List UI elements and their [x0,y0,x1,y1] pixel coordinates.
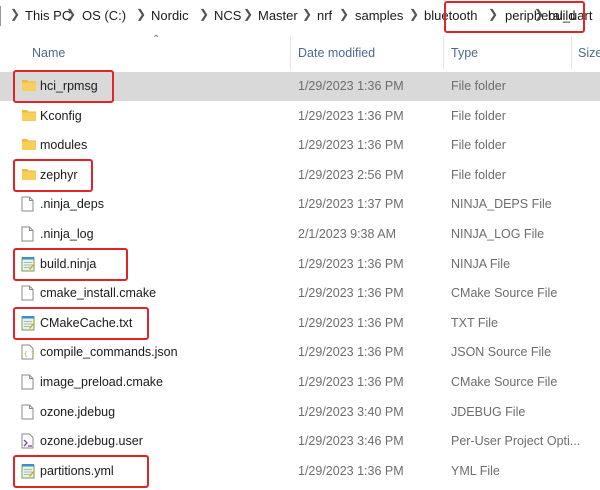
column-divider[interactable] [443,36,444,70]
file-row[interactable]: modules 1/29/2023 1:36 PM File folder [0,131,600,160]
file-type: CMake Source File [451,286,558,301]
file-row[interactable]: ozone.jdebug 1/29/2023 3:40 PM JDEBUG File [0,398,600,427]
file-type: YML File [451,463,500,478]
file-row[interactable]: cmake_install.cmake 1/29/2023 1:36 PM CMak… [0,279,600,308]
file-date-modified: 1/29/2023 1:36 PM [298,315,404,330]
vs-user-file-icon [21,433,35,449]
svg-text:{ }: { } [24,351,34,358]
column-header-size[interactable]: Size [578,46,600,60]
file-type: JDEBUG File [451,404,526,419]
file-date-modified: 2/1/2023 9:38 AM [298,227,396,241]
file-date-modified: 1/29/2023 1:36 PM [298,108,404,123]
file-date-modified: 1/29/2023 1:36 PM [298,375,404,389]
file-type: NINJA File [451,256,511,271]
chevron-right-icon[interactable]: ❯ [302,7,312,21]
highlight-box [13,70,114,103]
highlight-box-path [444,1,585,33]
column-divider[interactable] [290,36,291,70]
chevron-right-icon[interactable]: ❯ [409,7,419,21]
file-name: Kconfig [40,108,82,123]
folder-icon [21,137,36,153]
file-date-modified: 1/29/2023 2:56 PM [298,167,404,182]
file-row[interactable]: .ninja_log 2/1/2023 9:38 AM NINJA_LOG File [0,220,600,249]
file-type: File folder [451,138,506,153]
file-date-modified: 1/29/2023 1:36 PM [298,286,404,301]
file-row[interactable]: ozone.jdebug.user 1/29/2023 3:46 PM Per-Us… [0,427,600,456]
file-icon [21,404,35,420]
file-date-modified: 1/29/2023 1:36 PM [298,256,404,271]
chevron-right-icon[interactable]: ❯ [199,7,209,21]
file-row[interactable]: { } compile_commands.json 1/29/2023 1:36 P… [0,338,600,367]
file-type: Per-User Project Opti... [451,434,581,449]
folder-icon [21,108,36,124]
file-date-modified: 1/29/2023 1:36 PM [298,345,404,360]
file-name: image_preload.cmake [40,375,163,389]
column-header-date-modified[interactable]: Date modified [298,46,375,60]
chevron-right-icon[interactable]: ❯ [10,7,20,21]
highlight-box [13,306,149,340]
file-icon [21,196,35,212]
file-date-modified: 1/29/2023 1:37 PM [298,197,404,212]
file-type: JSON Source File [451,345,552,360]
file-name: .ninja_log [40,227,94,241]
column-header-name[interactable]: Name [32,46,65,60]
file-icon [21,285,35,301]
highlight-box [13,158,93,192]
file-row[interactable]: .ninja_deps 1/29/2023 1:37 PM NINJA_DEPS F… [0,190,600,219]
file-icon [21,374,35,390]
column-header-row: ⌃ Name Date modified Type Size [0,32,600,70]
file-icon [21,226,35,242]
file-date-modified: 1/29/2023 1:36 PM [298,79,404,93]
chevron-right-icon[interactable]: ❯ [136,7,146,21]
file-date-modified: 1/29/2023 1:36 PM [298,463,404,478]
file-name: .ninja_deps [40,197,104,212]
breadcrumb-ncs[interactable]: NCS [214,8,241,23]
file-type: NINJA_DEPS File [451,197,552,212]
breadcrumb-nrf[interactable]: nrf [317,8,332,23]
breadcrumb-nordic[interactable]: Nordic [151,8,189,23]
highlight-box [13,454,149,488]
file-date-modified: 1/29/2023 3:46 PM [298,434,404,449]
file-type: CMake Source File [451,375,558,389]
address-bar-edge [0,6,9,26]
file-type: File folder [451,167,506,182]
file-name: ozone.jdebug [40,404,116,419]
file-row[interactable]: image_preload.cmake 1/29/2023 1:36 PM CMak… [0,368,600,397]
breadcrumb-master[interactable]: Master [258,8,298,23]
file-type: NINJA_LOG File [451,227,545,241]
file-type: File folder [451,79,506,93]
file-date-modified: 1/29/2023 3:40 PM [298,404,404,419]
file-name: cmake_install.cmake [40,286,157,301]
column-divider[interactable] [571,36,572,70]
file-row[interactable]: Kconfig 1/29/2023 1:36 PM File folder [0,102,600,131]
highlight-box [13,247,128,281]
breadcrumb-os-c[interactable]: OS (C:) [82,8,126,23]
column-header-type[interactable]: Type [451,46,478,60]
file-name: ozone.jdebug.user [40,434,143,449]
chevron-right-icon[interactable]: ❯ [243,7,253,21]
sort-ascending-icon: ⌃ [152,34,161,45]
file-name: modules [40,138,88,153]
file-date-modified: 1/29/2023 1:36 PM [298,138,404,153]
chevron-right-icon[interactable]: ❯ [66,7,76,21]
file-type: File folder [451,108,506,123]
breadcrumb-samples[interactable]: samples [355,8,403,23]
json-file-icon: { } [21,344,35,360]
breadcrumb-this-pc[interactable]: This PC [25,8,71,23]
chevron-right-icon[interactable]: ❯ [339,7,349,21]
file-name: compile_commands.json [40,345,178,360]
file-type: TXT File [451,315,498,330]
